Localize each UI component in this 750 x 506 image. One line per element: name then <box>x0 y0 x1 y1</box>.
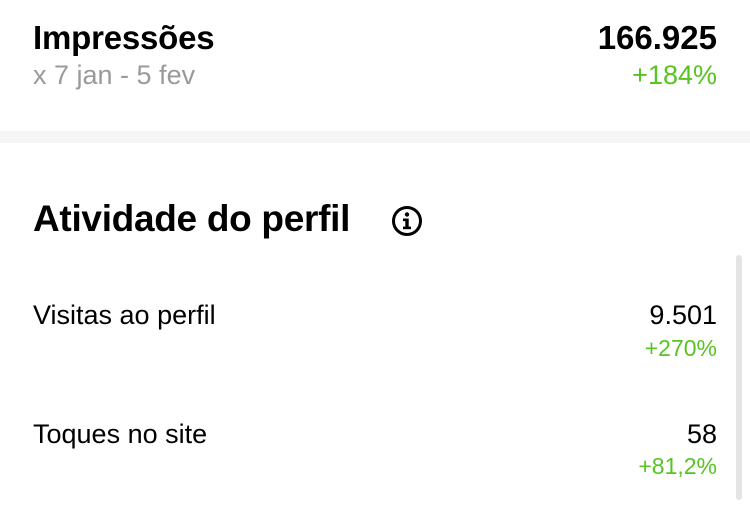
info-circle-icon[interactable] <box>391 205 423 237</box>
metric-label: Toques no site <box>33 419 208 449</box>
metric-label: Visitas ao perfil <box>33 300 216 330</box>
metric-value: 9.501 <box>649 300 717 330</box>
insights-screen: Impressões x 7 jan - 5 fev 166.925 +184%… <box>0 0 750 506</box>
impressions-change: +184% <box>632 60 717 90</box>
metric-value: 58 <box>686 419 717 449</box>
metric-change: +81,2% <box>638 453 717 479</box>
metric-change: +270% <box>644 335 717 361</box>
scrollbar[interactable] <box>736 255 742 500</box>
profile-activity-title: Atividade do perfil <box>33 198 351 239</box>
impressions-title: Impressões <box>33 19 215 56</box>
section-divider <box>0 131 750 143</box>
impressions-row[interactable]: Impressões x 7 jan - 5 fev 166.925 +184% <box>0 0 750 131</box>
impressions-date-range: x 7 jan - 5 fev <box>33 60 196 90</box>
impressions-value: 166.925 <box>597 19 717 56</box>
